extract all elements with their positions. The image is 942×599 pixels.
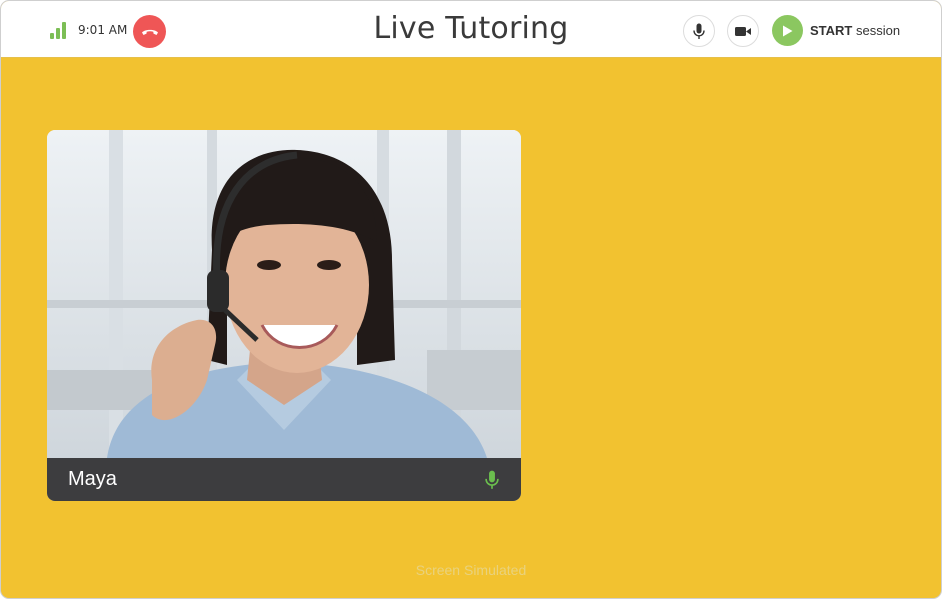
microphone-icon (693, 23, 705, 39)
screen-simulated-note: Screen Simulated (415, 562, 527, 578)
start-label-rest: session (852, 23, 901, 38)
status-time: 9:01 AM (78, 23, 128, 37)
end-call-button[interactable] (133, 15, 166, 48)
phone-hangup-icon (141, 29, 158, 35)
start-session-button[interactable] (772, 15, 803, 46)
camera-button[interactable] (727, 15, 759, 47)
participant-name: Maya (68, 468, 117, 490)
app-window: 9:01 AM Live Tutoring START session Maya… (0, 0, 942, 599)
video-camera-icon (735, 26, 751, 36)
participant-name-bar: Maya (47, 458, 521, 501)
signal-bars-icon (50, 22, 68, 39)
play-icon (783, 25, 793, 36)
start-session-label[interactable]: START session (810, 23, 900, 38)
microphone-icon (485, 470, 499, 489)
microphone-button[interactable] (683, 15, 715, 47)
participant-video-tile[interactable]: Maya (47, 130, 521, 501)
start-label-bold: START (810, 23, 853, 38)
participant-video-feed (47, 130, 521, 458)
top-bar: 9:01 AM Live Tutoring START session (1, 1, 941, 58)
